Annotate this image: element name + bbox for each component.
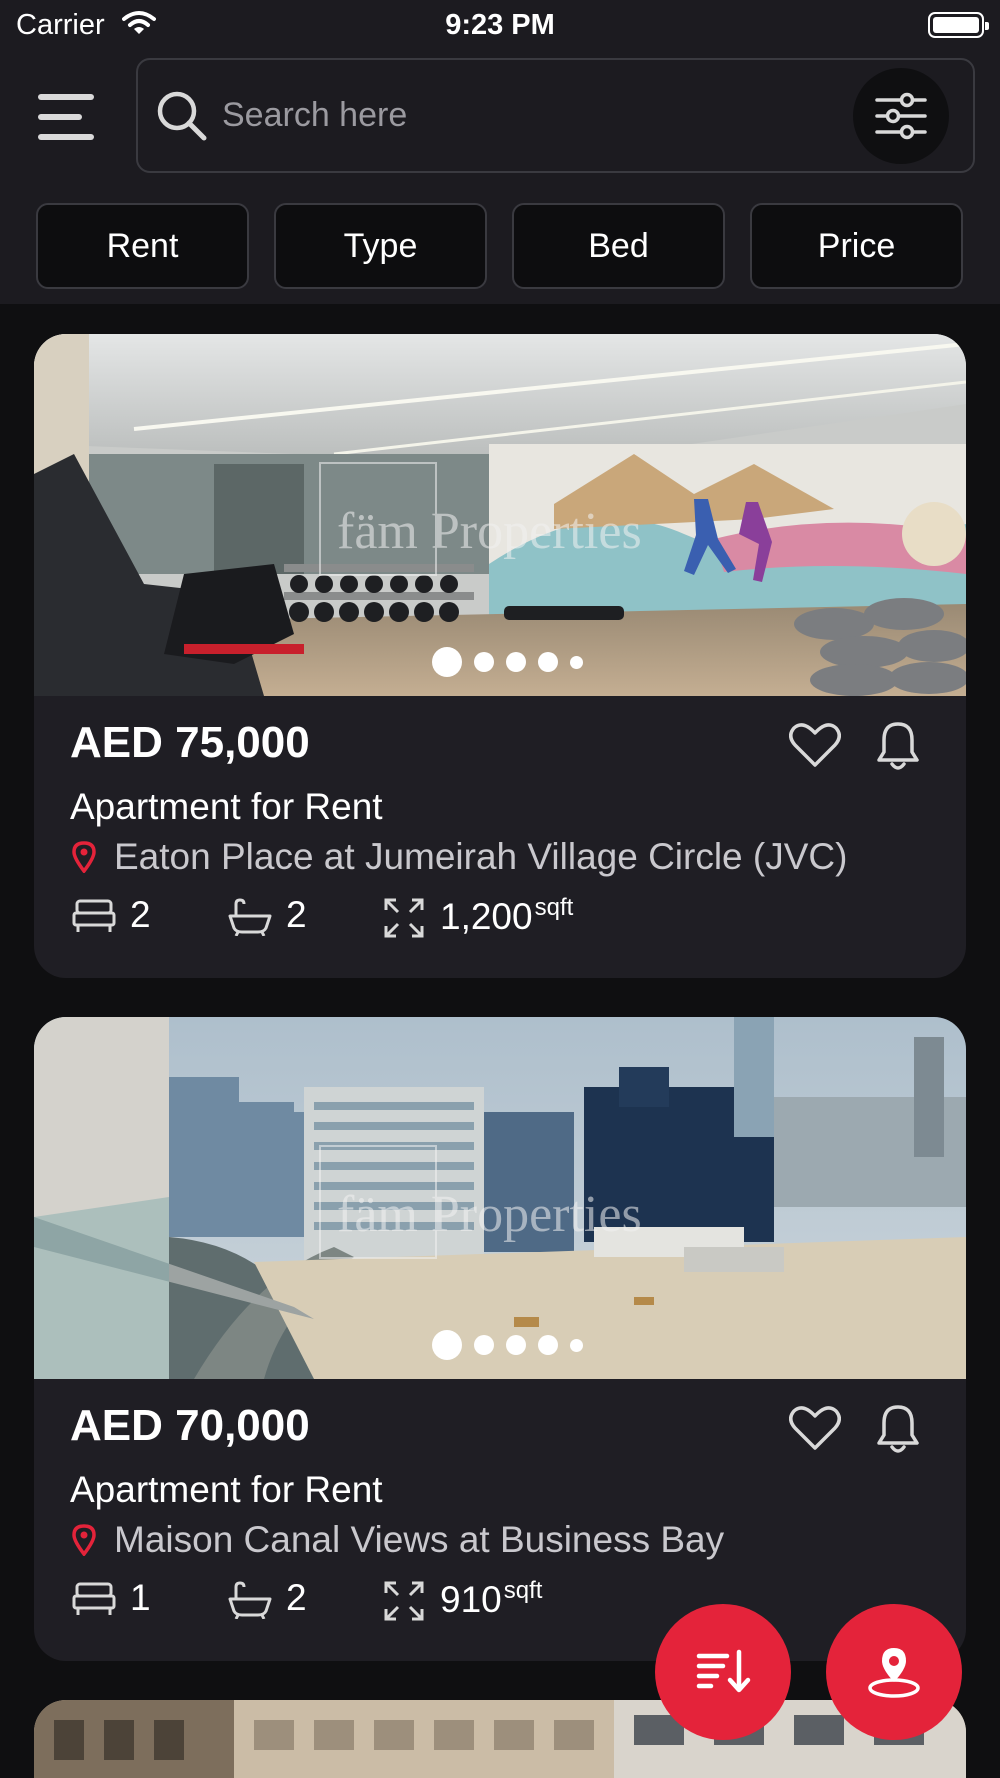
- listing-price: AED 70,000: [70, 1401, 310, 1450]
- bathtub-icon: [228, 1581, 272, 1619]
- expand-icon: [384, 898, 424, 938]
- menu-line: [38, 94, 94, 100]
- pin-icon: [72, 841, 96, 873]
- expand-icon: [384, 1581, 424, 1621]
- menu-line: [38, 114, 82, 120]
- filter-chip-rent[interactable]: Rent: [36, 203, 249, 289]
- area: 910sqft: [384, 1575, 644, 1625]
- pin-icon: [72, 1524, 96, 1556]
- bathtub-icon: [228, 898, 272, 936]
- carousel-dot[interactable]: [506, 1335, 526, 1355]
- bedrooms: 2: [72, 892, 192, 942]
- bathrooms: 2: [228, 892, 348, 942]
- listing-card[interactable]: fäm Properties AED 75,000 Apartment for …: [34, 334, 966, 978]
- bathroom-count: 2: [286, 1577, 307, 1618]
- filter-chip-type[interactable]: Type: [274, 203, 487, 289]
- header: Rent Type Bed Price: [0, 48, 1000, 304]
- area-number: 910: [440, 1579, 502, 1620]
- search-bar: [136, 58, 975, 173]
- status-bar: Carrier 9:23 PM: [0, 0, 1000, 48]
- listing-type: Apartment for Rent: [70, 786, 383, 827]
- listing-location: Maison Canal Views at Business Bay: [114, 1519, 725, 1560]
- bedrooms: 1: [72, 1575, 192, 1625]
- brand-watermark: fäm Properties: [319, 1145, 719, 1259]
- hamburger-menu-button[interactable]: [36, 92, 98, 142]
- bell-icon[interactable]: [876, 1403, 920, 1455]
- search-input[interactable]: [222, 88, 802, 142]
- area-number: 1,200: [440, 896, 533, 937]
- filter-chip-bed[interactable]: Bed: [512, 203, 725, 289]
- listing-photo[interactable]: fäm Properties: [34, 1017, 966, 1379]
- sort-icon: [696, 1649, 751, 1693]
- listing-card-partial[interactable]: [34, 1700, 966, 1778]
- bed-icon: [72, 899, 116, 932]
- carousel-dot[interactable]: [538, 1335, 558, 1355]
- area-unit: sqft: [503, 1577, 543, 1604]
- listing-price: AED 75,000: [70, 718, 310, 767]
- building-photo: [34, 1700, 966, 1778]
- watermark-text: fäm Properties: [337, 1186, 642, 1243]
- listing-photo[interactable]: fäm Properties: [34, 334, 966, 696]
- listing-type: Apartment for Rent: [70, 1469, 383, 1510]
- bathroom-count: 2: [286, 894, 307, 935]
- sort-button[interactable]: [655, 1604, 791, 1740]
- carousel-dot[interactable]: [474, 652, 494, 672]
- menu-line: [38, 134, 94, 140]
- search-icon: [157, 91, 207, 141]
- map-pin-icon: [868, 1648, 920, 1698]
- carousel-dot-active[interactable]: [432, 1330, 462, 1360]
- bathrooms: 2: [228, 1575, 348, 1625]
- photo-carousel-dots[interactable]: [34, 1330, 966, 1360]
- bedroom-count: 2: [130, 894, 151, 935]
- sliders-icon: [875, 92, 927, 140]
- heart-icon[interactable]: [789, 722, 841, 768]
- area-value: 1,200sqft: [440, 894, 573, 938]
- listing-location: Eaton Place at Jumeirah Village Circle (…: [114, 836, 848, 877]
- area: 1,200sqft: [384, 892, 644, 942]
- bell-icon[interactable]: [876, 720, 920, 772]
- brand-watermark: fäm Properties: [319, 462, 719, 576]
- filter-button[interactable]: [853, 68, 949, 164]
- carousel-dot[interactable]: [538, 652, 558, 672]
- filter-chips: Rent Type Bed Price: [36, 203, 964, 289]
- carousel-dot-active[interactable]: [432, 647, 462, 677]
- photo-carousel-dots[interactable]: [34, 647, 966, 677]
- battery-icon: [928, 12, 989, 38]
- filter-chip-price[interactable]: Price: [750, 203, 963, 289]
- carousel-dot[interactable]: [474, 1335, 494, 1355]
- area-unit: sqft: [534, 894, 574, 921]
- carousel-dot[interactable]: [570, 1338, 583, 1352]
- map-view-button[interactable]: [826, 1604, 962, 1740]
- bedroom-count: 1: [130, 1577, 151, 1618]
- carousel-dot[interactable]: [570, 655, 583, 669]
- listing-card[interactable]: fäm Properties AED 70,000 Apartment for …: [34, 1017, 966, 1661]
- area-value: 910sqft: [440, 1577, 542, 1621]
- watermark-text: fäm Properties: [337, 503, 642, 560]
- bed-icon: [72, 1582, 116, 1615]
- status-time: 9:23 PM: [445, 9, 555, 41]
- carousel-dot[interactable]: [506, 652, 526, 672]
- heart-icon[interactable]: [789, 1405, 841, 1451]
